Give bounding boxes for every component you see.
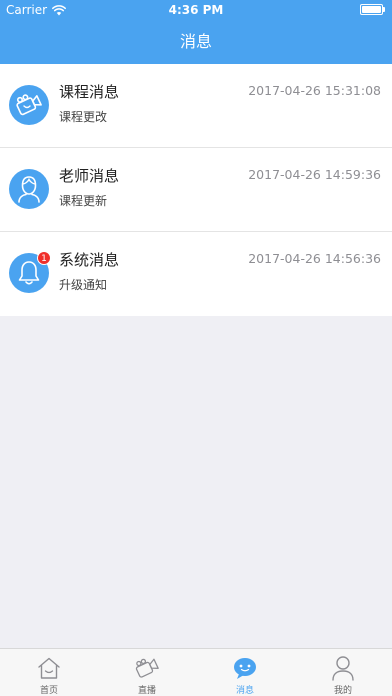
message-subtitle: 升级通知 (59, 278, 108, 292)
message-time: 2017-04-26 14:59:36 (248, 167, 381, 182)
person-icon (329, 654, 357, 682)
message-title: 课程消息 (59, 83, 120, 101)
message-title: 老师消息 (59, 167, 120, 185)
message-list: 课程消息 课程更改 2017-04-26 15:31:08 老师消息 课程更新 … (0, 64, 392, 316)
header: Carrier 4:36 PM 消息 (0, 0, 392, 64)
message-item-teacher[interactable]: 老师消息 课程更新 2017-04-26 14:59:36 (0, 148, 392, 232)
tab-label: 直播 (137, 686, 156, 696)
tab-bar: 首页 直播 消息 我的 (0, 648, 392, 696)
tab-messages[interactable]: 消息 (196, 649, 294, 696)
tab-home[interactable]: 首页 (0, 649, 98, 696)
tab-label: 我的 (333, 686, 352, 696)
screen: Carrier 4:36 PM 消息 课程消息 课程更改 2017-04-26 … (0, 0, 392, 696)
message-item-system[interactable]: 1 系统消息 升级通知 2017-04-26 14:56:36 (0, 232, 392, 316)
page-title: 消息 (179, 32, 212, 51)
message-title: 系统消息 (59, 251, 120, 269)
tab-live[interactable]: 直播 (98, 649, 196, 696)
message-item-course[interactable]: 课程消息 课程更改 2017-04-26 15:31:08 (0, 64, 392, 148)
message-subtitle: 课程更改 (59, 110, 108, 124)
message-time: 2017-04-26 15:31:08 (248, 83, 381, 98)
tab-profile[interactable]: 我的 (294, 649, 392, 696)
status-bar: Carrier 4:36 PM (0, 0, 392, 20)
tab-label: 消息 (235, 686, 254, 696)
tab-label: 首页 (39, 686, 58, 696)
battery-icon (360, 4, 386, 16)
chat-bubble-icon (231, 654, 259, 682)
video-camera-icon (9, 85, 49, 125)
unread-badge: 1 (37, 251, 51, 265)
status-time: 4:36 PM (168, 3, 224, 17)
message-time: 2017-04-26 14:56:36 (248, 251, 381, 266)
home-icon (35, 654, 63, 682)
video-camera-icon (133, 654, 161, 682)
person-icon (9, 169, 49, 209)
message-subtitle: 课程更新 (59, 194, 108, 208)
